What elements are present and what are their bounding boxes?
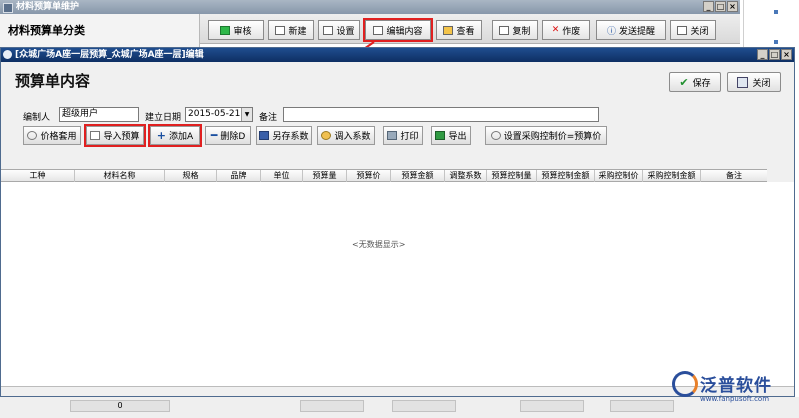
bg-window-titlebar: 材料预算单维护 _ □ × <box>0 0 740 14</box>
column-header[interactable]: 工种 <box>1 170 75 182</box>
fanpu-logo: 泛普软件 www.fanpusoft.com <box>668 369 796 409</box>
logo-url: www.fanpusoft.com <box>700 395 770 403</box>
dialog-maximize-button[interactable]: □ <box>769 49 780 60</box>
save-coef-button[interactable]: 另存系数 <box>256 126 312 145</box>
grid-header: 工种 材料名称 规格 品牌 单位 预算量 预算价 预算金额 调整系数 预算控制量… <box>1 169 767 182</box>
count-cell: 0 <box>70 400 170 412</box>
editor-label: 编制人 <box>23 113 51 123</box>
edit-icon <box>373 25 384 35</box>
close-door-icon <box>677 25 688 35</box>
form-row: 编制人 超级用户 建立日期 2015-05-21 ▼ 备注 <box>1 106 794 126</box>
page-title: 预算单内容 <box>15 72 91 90</box>
column-header[interactable]: 采购控制价 <box>595 170 643 182</box>
green-light-icon <box>220 25 231 35</box>
minimize-button[interactable]: _ <box>703 1 714 12</box>
info-icon: ⓘ <box>606 26 616 37</box>
import-budget-button[interactable]: 导入预算 <box>84 124 146 147</box>
new-button[interactable]: 新建 <box>268 20 314 40</box>
floppy-icon <box>259 131 270 140</box>
close-window-button[interactable]: × <box>727 1 738 12</box>
close-button[interactable]: 关闭 <box>670 20 716 40</box>
delete-button[interactable]: ━ 删除D <box>205 126 251 145</box>
copy-icon <box>499 25 510 35</box>
column-header[interactable]: 预算控制量 <box>487 170 537 182</box>
gear-person-icon <box>490 131 501 140</box>
logo-mark-icon <box>672 371 698 397</box>
status-cell <box>392 400 456 412</box>
strip-marker <box>774 10 778 14</box>
void-button[interactable]: ✕ 作废 <box>542 20 590 40</box>
window-icon <box>3 3 13 13</box>
add-button[interactable]: + 添加A <box>148 124 202 147</box>
bg-window-title: 材料预算单维护 <box>16 2 80 12</box>
status-cell <box>300 400 364 412</box>
column-header[interactable]: 调整系数 <box>445 170 487 182</box>
column-header[interactable]: 规格 <box>165 170 217 182</box>
column-header[interactable]: 预算量 <box>303 170 347 182</box>
people-icon <box>321 131 332 140</box>
print-button[interactable]: 打印 <box>383 126 423 145</box>
column-header[interactable]: 预算价 <box>347 170 391 182</box>
save-button[interactable]: ✔ 保存 <box>669 72 721 92</box>
dialog-close-button[interactable]: 关闭 <box>727 72 781 92</box>
view-icon <box>443 25 454 35</box>
main-toolbar: 审核 新建 设置 编辑内容 查看 复制 ✕ 作废 ⓘ 发送提醒 关闭 <box>200 14 740 44</box>
status-cell <box>520 400 584 412</box>
remark-label: 备注 <box>259 113 278 123</box>
edit-content-button[interactable]: 编辑内容 <box>363 18 433 42</box>
new-doc-icon <box>275 25 286 35</box>
remark-field[interactable] <box>283 107 599 122</box>
dialog-close-window-button[interactable]: × <box>781 49 792 60</box>
column-header[interactable]: 单位 <box>261 170 303 182</box>
approve-button[interactable]: 审核 <box>208 20 264 40</box>
copy-button[interactable]: 复制 <box>492 20 538 40</box>
logo-text: 泛普软件 <box>700 376 772 396</box>
set-purchase-price-button[interactable]: 设置采购控制价=预算价 <box>485 126 607 145</box>
column-header[interactable]: 材料名称 <box>75 170 165 182</box>
dialog-titlebar: [众城广场A座一层预算_众城广场A座一层]编辑 _ □ × <box>1 48 794 62</box>
printer-icon <box>387 131 398 140</box>
dropdown-arrow-icon[interactable]: ▼ <box>241 108 252 121</box>
dialog-icon <box>3 50 12 59</box>
plus-icon: + <box>156 129 167 142</box>
close-door-icon <box>737 76 749 88</box>
load-coef-button[interactable]: 调入系数 <box>317 126 375 145</box>
column-header[interactable]: 品牌 <box>217 170 261 182</box>
column-header[interactable]: 采购控制金额 <box>643 170 701 182</box>
empty-state-text: <无数据显示> <box>352 240 406 249</box>
void-x-icon: ✕ <box>551 25 560 35</box>
column-header[interactable]: 预算控制金额 <box>537 170 595 182</box>
maximize-button[interactable]: □ <box>715 1 726 12</box>
price-apply-button[interactable]: 价格套用 <box>23 126 81 145</box>
settings-icon <box>323 25 334 35</box>
date-label: 建立日期 <box>145 113 182 123</box>
view-button[interactable]: 查看 <box>436 20 482 40</box>
status-cell <box>610 400 674 412</box>
column-header[interactable]: 备注 <box>701 170 767 182</box>
category-panel-title: 材料预算单分类 <box>8 24 85 37</box>
dialog-minimize-button[interactable]: _ <box>757 49 768 60</box>
dialog-title: [众城广场A座一层预算_众城广场A座一层]编辑 <box>15 50 204 60</box>
send-reminder-button[interactable]: ⓘ 发送提醒 <box>596 20 666 40</box>
edit-dialog: [众城广场A座一层预算_众城广场A座一层]编辑 _ □ × 预算单内容 ✔ 保存… <box>0 47 795 397</box>
column-header[interactable]: 预算金额 <box>391 170 445 182</box>
editor-field[interactable]: 超级用户 <box>59 107 139 122</box>
settings-button[interactable]: 设置 <box>318 20 360 40</box>
data-grid[interactable] <box>1 182 794 387</box>
excel-icon <box>435 131 446 140</box>
date-field[interactable]: 2015-05-21 ▼ <box>185 107 253 122</box>
export-button[interactable]: 导出 <box>431 126 471 145</box>
strip-marker <box>774 40 778 44</box>
gear-person-icon <box>27 131 38 140</box>
minus-icon: ━ <box>210 129 218 142</box>
action-toolbar: 价格套用 导入预算 + 添加A ━ 删除D 另存系数 调入系数 打印 导出 设置采购… <box>1 124 794 148</box>
import-icon <box>90 131 101 140</box>
checkmark-icon: ✔ <box>679 75 689 89</box>
